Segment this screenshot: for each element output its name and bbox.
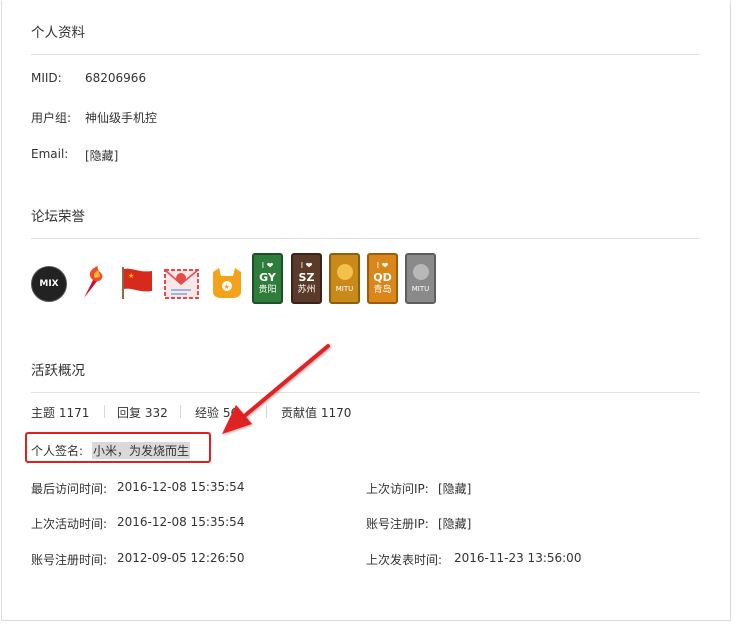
last-active-value: 2016-12-08 15:35:54 xyxy=(117,515,245,529)
last-visit-ip-label: 上次访问IP: xyxy=(366,482,429,496)
last-visit-label: 最后访问时间: xyxy=(31,482,108,496)
last-visit-value: 2016-12-08 15:35:54 xyxy=(117,480,245,494)
reg-time-value: 2012-09-05 12:26:50 xyxy=(117,551,245,565)
reg-ip-label: 账号注册IP: xyxy=(366,517,429,531)
last-active-label: 上次活动时间: xyxy=(31,517,108,531)
reg-time-label: 账号注册时间: xyxy=(31,553,108,567)
last-post-label: 上次发表时间: xyxy=(366,553,443,567)
annotation-arrow-icon xyxy=(222,344,330,434)
last-visit-ip-value: [隐藏] xyxy=(438,482,472,496)
reg-ip-value: [隐藏] xyxy=(438,517,472,531)
last-post-value: 2016-11-23 13:56:00 xyxy=(454,551,582,565)
